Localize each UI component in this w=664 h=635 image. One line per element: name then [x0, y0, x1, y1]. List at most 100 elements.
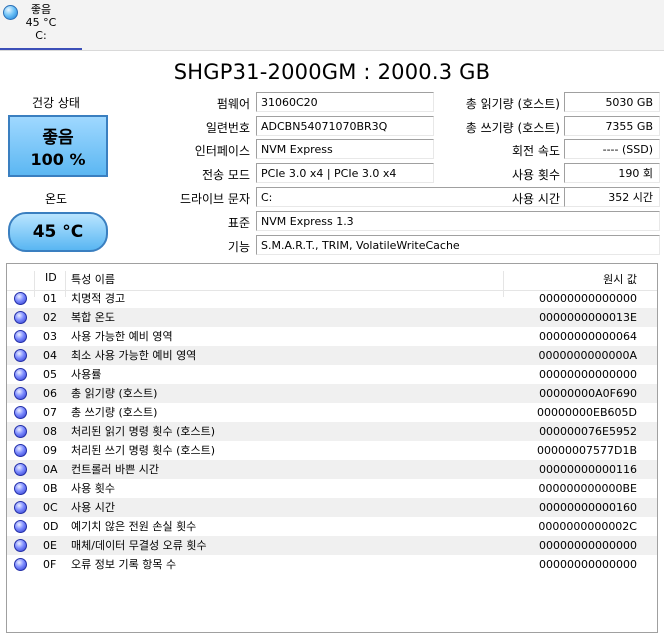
table-row[interactable]: 03 사용 가능한 예비 영역 00000000000064 [7, 327, 657, 346]
drive-letter-label: 드라이브 문자 [179, 192, 250, 206]
transfer-mode-label: 전송 모드 [202, 168, 250, 182]
header-id[interactable]: ID [45, 271, 57, 284]
table-row[interactable]: 0C 사용 시간 00000000000160 [7, 498, 657, 517]
total-reads-label: 총 읽기량 (호스트) [465, 97, 560, 111]
row-raw-value: 00000000EB605D [537, 406, 637, 419]
row-name: 총 쓰기량 (호스트) [71, 406, 158, 419]
firmware-field: 31060C20 [256, 92, 434, 112]
temperature-value: 45 °C [32, 222, 84, 242]
drive-tab-c[interactable]: 좋음 45 °C C: [0, 0, 82, 50]
row-name: 사용 횟수 [71, 482, 115, 495]
table-row[interactable]: 06 총 읽기량 (호스트) 00000000A0F690 [7, 384, 657, 403]
row-raw-value: 000000000000BE [538, 482, 637, 495]
header-raw-value[interactable]: 원시 값 [603, 271, 637, 287]
temperature-label: 온도 [44, 192, 68, 206]
row-id: 09 [43, 444, 57, 457]
table-row[interactable]: 05 사용률 00000000000000 [7, 365, 657, 384]
total-reads-field: 5030 GB [564, 92, 660, 112]
row-name: 컨트롤러 바쁜 시간 [71, 463, 159, 476]
row-name: 사용률 [71, 368, 102, 381]
status-orb-icon [14, 520, 27, 533]
table-header: ID 특성 이름 원시 값 [7, 264, 657, 297]
firmware-label: 펌웨어 [216, 97, 250, 111]
row-raw-value: 00000000000000 [539, 292, 637, 305]
interface-field: NVM Express [256, 139, 434, 159]
transfer-mode-field: PCIe 3.0 x4 | PCIe 3.0 x4 [256, 163, 434, 183]
health-percent: 100 % [30, 150, 86, 169]
row-name: 치명적 경고 [71, 292, 126, 305]
drive-tab-letter: C: [35, 29, 47, 42]
rotation-label: 회전 속도 [512, 144, 560, 158]
row-id: 0B [43, 482, 58, 495]
row-raw-value: 000000076E5952 [539, 425, 637, 438]
row-id: 06 [43, 387, 57, 400]
row-id: 03 [43, 330, 57, 343]
row-id: 0F [43, 558, 57, 571]
row-id: 04 [43, 349, 57, 362]
total-writes-field: 7355 GB [564, 116, 660, 136]
standard-field: NVM Express 1.3 [256, 211, 660, 231]
row-raw-value: 0000000000013E [539, 311, 637, 324]
power-hours-label: 사용 시간 [512, 192, 560, 206]
row-raw-value: 0000000000002C [538, 520, 637, 533]
disk-title: SHGP31-2000GM : 2000.3 GB [173, 60, 491, 84]
row-name: 사용 시간 [71, 501, 115, 514]
status-orb-icon [14, 311, 27, 324]
table-row[interactable]: 07 총 쓰기량 (호스트) 00000000EB605D [7, 403, 657, 422]
row-name: 예기치 않은 전원 손실 횟수 [71, 520, 197, 533]
row-id: 01 [43, 292, 57, 305]
features-label: 기능 [227, 240, 250, 254]
row-id: 05 [43, 368, 57, 381]
row-name: 총 읽기량 (호스트) [71, 387, 158, 400]
row-name: 복합 온도 [71, 311, 115, 324]
row-raw-value: 00000000000000 [539, 539, 637, 552]
row-raw-value: 00000000000000 [539, 368, 637, 381]
status-orb-icon [14, 349, 27, 362]
power-hours-field: 352 시간 [564, 187, 660, 207]
drive-tab-bar: 좋음 45 °C C: [0, 0, 664, 51]
health-status-button[interactable]: 좋음 100 % [8, 115, 108, 177]
smart-attribute-table[interactable]: ID 특성 이름 원시 값 01 치명적 경고 00000000000000 0… [6, 263, 658, 633]
rotation-field: ---- (SSD) [564, 139, 660, 159]
standard-label: 표준 [227, 216, 250, 230]
table-row[interactable]: 0B 사용 횟수 000000000000BE [7, 479, 657, 498]
table-row[interactable]: 02 복합 온도 0000000000013E [7, 308, 657, 327]
table-row[interactable]: 09 처리된 쓰기 명령 횟수 (호스트) 00000007577D1B [7, 441, 657, 460]
features-field: S.M.A.R.T., TRIM, VolatileWriteCache [256, 235, 660, 255]
table-row[interactable]: 0E 매체/데이터 무결성 오류 횟수 00000000000000 [7, 536, 657, 555]
table-row[interactable]: 0F 오류 정보 기록 항목 수 00000000000000 [7, 555, 657, 574]
row-name: 최소 사용 가능한 예비 영역 [71, 349, 197, 362]
status-orb-icon [14, 406, 27, 419]
status-orb-icon [14, 558, 27, 571]
health-label: 건강 상태 [32, 96, 80, 110]
status-orb-icon [14, 482, 27, 495]
table-row[interactable]: 01 치명적 경고 00000000000000 [7, 289, 657, 308]
health-status-text: 좋음 [42, 128, 74, 148]
serial-field: ADCBN54071070BR3Q [256, 116, 434, 136]
row-raw-value: 00000000000116 [539, 463, 637, 476]
row-name: 처리된 읽기 명령 횟수 (호스트) [71, 425, 216, 438]
table-row[interactable]: 04 최소 사용 가능한 예비 영역 0000000000000A [7, 346, 657, 365]
status-orb-icon [14, 463, 27, 476]
header-name[interactable]: 특성 이름 [71, 271, 115, 287]
total-writes-label: 총 쓰기량 (호스트) [465, 121, 560, 135]
row-id: 0A [43, 463, 58, 476]
row-raw-value: 00000007577D1B [537, 444, 637, 457]
table-row[interactable]: 0A 컨트롤러 바쁜 시간 00000000000116 [7, 460, 657, 479]
row-name: 처리된 쓰기 명령 횟수 (호스트) [71, 444, 216, 457]
drive-tab-status: 좋음 [30, 3, 52, 16]
status-orb-icon [14, 387, 27, 400]
table-row[interactable]: 08 처리된 읽기 명령 횟수 (호스트) 000000076E5952 [7, 422, 657, 441]
status-orb-icon [14, 539, 27, 552]
power-count-field: 190 회 [564, 163, 660, 183]
temperature-button[interactable]: 45 °C [8, 212, 108, 252]
row-name: 매체/데이터 무결성 오류 횟수 [71, 539, 207, 552]
status-orb-icon [14, 425, 27, 438]
row-raw-value: 0000000000000A [538, 349, 637, 362]
row-name: 사용 가능한 예비 영역 [71, 330, 173, 343]
power-count-label: 사용 횟수 [512, 168, 560, 182]
serial-label: 일련번호 [205, 121, 250, 135]
row-id: 0C [43, 501, 58, 514]
table-row[interactable]: 0D 예기치 않은 전원 손실 횟수 0000000000002C [7, 517, 657, 536]
row-raw-value: 00000000000000 [539, 558, 637, 571]
